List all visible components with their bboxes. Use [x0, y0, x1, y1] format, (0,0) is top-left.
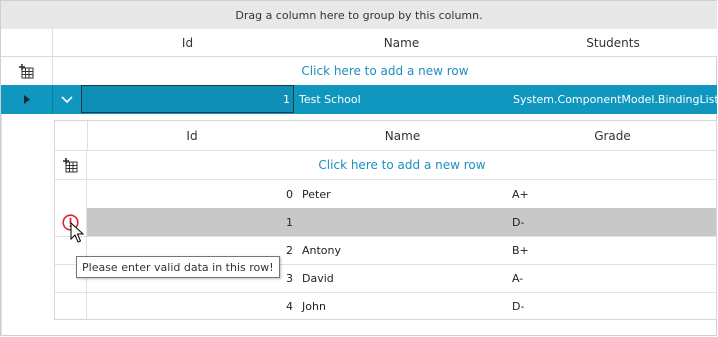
- grid-view[interactable]: Drag a column here to group by this colu…: [0, 0, 717, 336]
- detail-row-error[interactable]: 1 D-: [55, 208, 716, 237]
- column-header-label: Id: [181, 35, 194, 50]
- detail-add-new-row[interactable]: Click here to add a new row: [55, 151, 716, 180]
- master-row-selected[interactable]: 1 Test School System.ComponentModel.Bind…: [1, 85, 717, 114]
- detail-cell-name[interactable]: Antony: [302, 236, 502, 264]
- row-indicator: [55, 180, 87, 208]
- detail-row[interactable]: 0 Peter A+: [55, 180, 716, 209]
- column-header-students[interactable]: Students: [509, 29, 717, 56]
- detail-cell-name[interactable]: [302, 208, 502, 236]
- column-header-name[interactable]: Name: [294, 29, 509, 56]
- detail-header-row: Id Name Grade: [55, 121, 716, 151]
- detail-cell-id[interactable]: 0: [88, 180, 293, 208]
- expand-collapse-button[interactable]: [53, 85, 81, 114]
- master-add-new-row[interactable]: Click here to add a new row: [1, 57, 717, 86]
- detail-cell-grade[interactable]: D-: [512, 208, 712, 236]
- add-new-row-link[interactable]: Click here to add a new row: [88, 151, 716, 179]
- detail-cell-grade[interactable]: B+: [512, 236, 712, 264]
- cell-id-value: 1: [283, 92, 290, 106]
- detail-cell-name[interactable]: Peter: [302, 180, 502, 208]
- group-panel-text: Drag a column here to group by this colu…: [235, 8, 483, 22]
- master-cell-name[interactable]: Test School: [299, 85, 504, 114]
- detail-column-header-grade[interactable]: Grade: [509, 121, 716, 150]
- detail-column-header-id[interactable]: Id: [88, 121, 296, 150]
- column-header-label: Id: [186, 128, 198, 143]
- row-indicator: [55, 292, 87, 320]
- detail-grid[interactable]: Id Name Grade Click here to add a new ro…: [54, 120, 717, 320]
- detail-cell-grade[interactable]: D-: [512, 292, 712, 320]
- column-header-label: Students: [586, 35, 640, 50]
- chevron-down-icon: [61, 95, 73, 103]
- add-row-icon: [63, 157, 78, 172]
- detail-row[interactable]: 4 John D-: [55, 292, 716, 320]
- error-tooltip-text: Please enter valid data in this row!: [82, 260, 274, 274]
- current-row-arrow-icon: [23, 95, 30, 104]
- detail-column-header-name[interactable]: Name: [296, 121, 509, 150]
- group-panel[interactable]: Drag a column here to group by this colu…: [1, 1, 717, 30]
- mouse-pointer-icon: [70, 221, 85, 247]
- detail-cell-grade[interactable]: A+: [512, 180, 712, 208]
- add-row-indicator: [1, 57, 53, 85]
- master-cell-students[interactable]: System.ComponentModel.BindingList`1...: [513, 85, 717, 114]
- detail-cell-grade[interactable]: A-: [512, 264, 712, 292]
- column-header-id[interactable]: Id: [81, 29, 294, 56]
- detail-cell-name[interactable]: David: [302, 264, 502, 292]
- row-indicator: [1, 85, 52, 114]
- detail-cell-id[interactable]: 4: [88, 292, 293, 320]
- add-new-row-link[interactable]: Click here to add a new row: [53, 57, 717, 85]
- detail-cell-name[interactable]: John: [302, 292, 502, 320]
- master-header-row: Id Name Students: [1, 29, 717, 57]
- column-header-label: Name: [384, 128, 421, 143]
- add-row-icon: [19, 63, 34, 78]
- column-header-label: Name: [383, 35, 420, 50]
- error-tooltip: Please enter valid data in this row!: [76, 256, 280, 278]
- column-header-label: Grade: [594, 128, 631, 143]
- add-row-indicator: [55, 151, 87, 179]
- master-cell-id-editing[interactable]: 1: [81, 85, 294, 113]
- detail-cell-id[interactable]: 1: [88, 208, 293, 236]
